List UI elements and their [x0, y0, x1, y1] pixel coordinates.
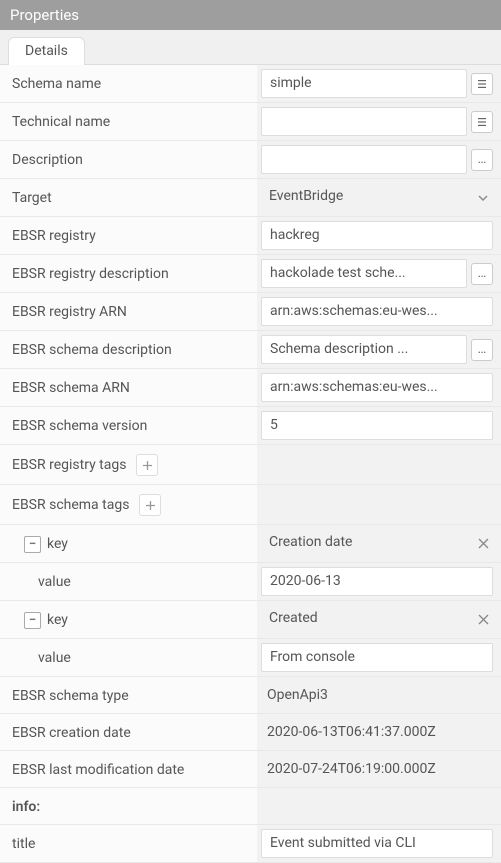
collapse-icon[interactable]: − [24, 612, 41, 629]
label-target: Target [0, 179, 257, 216]
label-text: EBSR schema tags [12, 497, 129, 513]
label-ebsr-schema-tags: EBSR schema tags [0, 485, 257, 524]
input-tag-key[interactable]: Creation date [261, 529, 469, 558]
input-ebsr-schema-version[interactable]: 5 [261, 411, 493, 440]
chevron-down-icon[interactable] [473, 188, 493, 208]
collapse-icon[interactable]: − [24, 536, 41, 553]
row-ebsr-registry-tags: EBSR registry tags [0, 445, 501, 485]
label-ebsr-schema-description: EBSR schema description [0, 331, 257, 368]
ellipsis-icon[interactable]: … [471, 149, 493, 171]
row-ebsr-schema-tags: EBSR schema tags [0, 485, 501, 525]
input-schema-name[interactable]: simple [261, 69, 467, 98]
value-ebsr-schema-type: OpenApi3 [261, 687, 493, 703]
tab-bar: Details [0, 30, 501, 65]
panel-title: Properties [10, 6, 79, 24]
row-ebsr-schema-version: EBSR schema version 5 [0, 407, 501, 445]
label-ebsr-last-modification-date: EBSR last modification date [0, 751, 257, 787]
label-schema-name: Schema name [0, 65, 257, 102]
label-text: EBSR registry tags [12, 457, 126, 473]
input-description[interactable] [261, 145, 467, 174]
row-ebsr-schema-description: EBSR schema description Schema descripti… [0, 331, 501, 369]
input-ebsr-registry-arn[interactable]: arn:aws:schemas:eu-wes... [261, 297, 493, 326]
label-technical-name: Technical name [0, 103, 257, 140]
ellipsis-icon[interactable]: … [471, 339, 493, 361]
label-ebsr-registry-tags: EBSR registry tags [0, 445, 257, 484]
label-text: key [47, 536, 68, 552]
label-title: title [0, 825, 257, 862]
add-registry-tag-button[interactable] [136, 454, 158, 476]
label-info: info: [0, 788, 257, 824]
input-technical-name[interactable] [261, 107, 467, 136]
add-schema-tag-button[interactable] [139, 494, 161, 516]
row-tag-key: − key Creation date [0, 525, 501, 563]
input-ebsr-schema-arn[interactable]: arn:aws:schemas:eu-wes... [261, 373, 493, 402]
row-description: Description … [0, 141, 501, 179]
row-ebsr-schema-type: EBSR schema type OpenApi3 [0, 677, 501, 714]
label-ebsr-registry-arn: EBSR registry ARN [0, 293, 257, 330]
row-ebsr-registry-description: EBSR registry description hackolade test… [0, 255, 501, 293]
label-ebsr-registry-description: EBSR registry description [0, 255, 257, 292]
row-ebsr-creation-date: EBSR creation date 2020-06-13T06:41:37.0… [0, 714, 501, 751]
label-tag-key: − key [0, 525, 257, 562]
tab-details[interactable]: Details [8, 37, 85, 65]
row-ebsr-registry: EBSR registry hackreg [0, 217, 501, 255]
label-tag-value: value [0, 639, 257, 676]
row-target: Target EventBridge [0, 179, 501, 217]
row-ebsr-last-modification-date: EBSR last modification date 2020-07-24T0… [0, 751, 501, 788]
row-tag-value: value 2020-06-13 [0, 563, 501, 601]
input-tag-key[interactable]: Created [261, 605, 469, 634]
row-ebsr-registry-arn: EBSR registry ARN arn:aws:schemas:eu-wes… [0, 293, 501, 331]
ellipsis-icon[interactable]: … [471, 263, 493, 285]
row-technical-name: Technical name [0, 103, 501, 141]
value-ebsr-last-modification-date: 2020-07-24T06:19:00.000Z [261, 761, 493, 777]
value-ebsr-creation-date: 2020-06-13T06:41:37.000Z [261, 724, 493, 740]
menu-icon[interactable] [471, 111, 493, 133]
label-ebsr-schema-version: EBSR schema version [0, 407, 257, 444]
label-ebsr-schema-arn: EBSR schema ARN [0, 369, 257, 406]
label-tag-value: value [0, 563, 257, 600]
menu-icon[interactable] [471, 73, 493, 95]
row-tag-value: value From console [0, 639, 501, 677]
label-description: Description [0, 141, 257, 178]
panel-header: Properties [0, 0, 501, 30]
label-ebsr-creation-date: EBSR creation date [0, 714, 257, 750]
input-ebsr-schema-description[interactable]: Schema description ... [261, 335, 467, 364]
close-icon[interactable] [473, 610, 493, 630]
row-schema-name: Schema name simple [0, 65, 501, 103]
input-title[interactable]: Event submitted via CLI [261, 829, 493, 858]
input-ebsr-registry[interactable]: hackreg [261, 221, 493, 250]
row-info-section: info: [0, 788, 501, 825]
row-title: title Event submitted via CLI [0, 825, 501, 863]
label-text: key [47, 612, 68, 628]
input-tag-value[interactable]: 2020-06-13 [261, 567, 493, 596]
label-ebsr-schema-type: EBSR schema type [0, 677, 257, 713]
label-tag-key: − key [0, 601, 257, 638]
select-target[interactable]: EventBridge [261, 183, 469, 212]
tab-details-label: Details [25, 43, 68, 59]
close-icon[interactable] [473, 534, 493, 554]
properties-table: Schema name simple Technical name Descri… [0, 65, 501, 863]
input-tag-value[interactable]: From console [261, 643, 493, 672]
input-ebsr-registry-description[interactable]: hackolade test sche... [261, 259, 467, 288]
row-tag-key: − key Created [0, 601, 501, 639]
label-ebsr-registry: EBSR registry [0, 217, 257, 254]
row-ebsr-schema-arn: EBSR schema ARN arn:aws:schemas:eu-wes..… [0, 369, 501, 407]
